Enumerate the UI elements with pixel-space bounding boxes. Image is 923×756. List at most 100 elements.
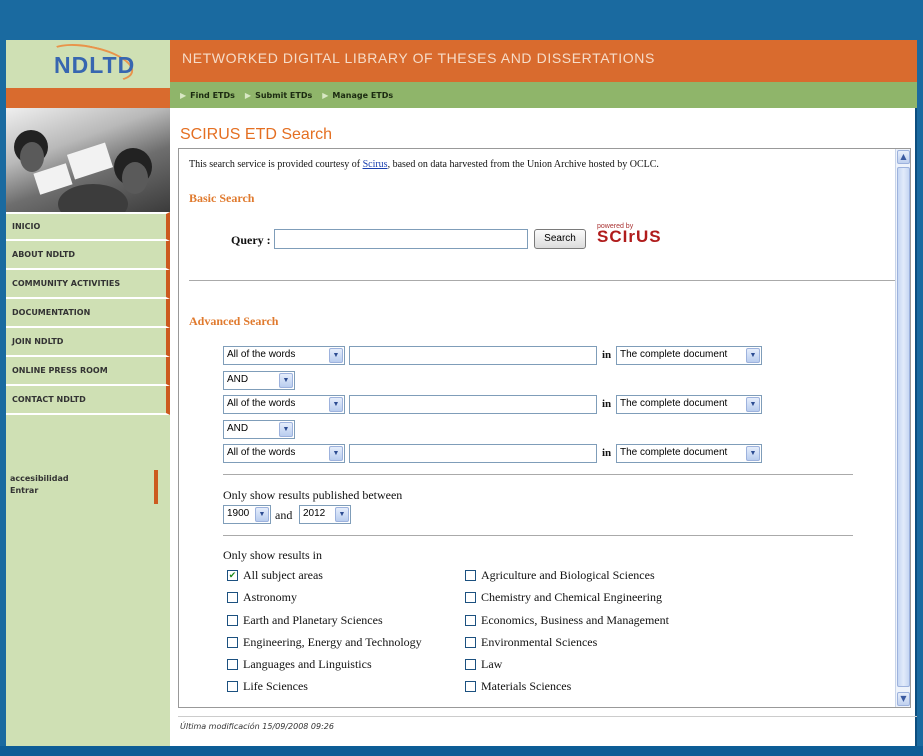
page-frame: NDLTD INICIO ABOUT NDLTD COMMUNITY ACTIV…: [6, 37, 917, 746]
search-button[interactable]: Search: [534, 229, 586, 249]
sidebar-item-documentation[interactable]: DOCUMENTATION: [6, 299, 170, 328]
words-select-3[interactable]: All of the words ▼: [223, 444, 345, 463]
login-link[interactable]: Entrar: [10, 485, 150, 497]
intro-prefix: This search service is provided courtesy…: [189, 159, 363, 170]
checkbox[interactable]: [465, 615, 476, 626]
scirus-wordmark: SCIrUS: [597, 227, 662, 246]
subject-environmental[interactable]: Environmental Sciences: [465, 635, 597, 650]
subject-engineering[interactable]: Engineering, Energy and Technology: [227, 635, 422, 650]
chevron-down-icon: ▼: [746, 446, 760, 461]
menu-arrow-icon: ▶: [244, 90, 252, 100]
intro-text: This search service is provided courtesy…: [189, 159, 659, 170]
checkbox[interactable]: [465, 592, 476, 603]
subject-life-sciences[interactable]: Life Sciences: [227, 679, 308, 694]
checkbox[interactable]: [227, 637, 238, 648]
menu-manage-etds[interactable]: ▶ Manage ETDs: [322, 91, 393, 100]
sidebar: INICIO ABOUT NDLTD COMMUNITY ACTIVITIES …: [6, 212, 170, 746]
select-value: All of the words: [227, 447, 296, 458]
menu-submit-etds[interactable]: ▶ Submit ETDs: [245, 91, 312, 100]
in-label: in: [602, 398, 612, 410]
query-label: Query :: [231, 233, 271, 247]
sidebar-item-press-room[interactable]: ONLINE PRESS ROOM: [6, 357, 170, 386]
scroll-thumb[interactable]: [897, 167, 910, 687]
term-input-3[interactable]: [349, 444, 597, 463]
advanced-search-heading: Advanced Search: [189, 314, 279, 328]
subject-label: All subject areas: [243, 568, 323, 582]
subject-label: Agriculture and Biological Sciences: [481, 568, 655, 582]
chevron-down-icon: ▼: [279, 422, 293, 437]
checkbox[interactable]: [465, 637, 476, 648]
photo-person-shape: [58, 184, 128, 212]
subject-label: Law: [481, 657, 503, 671]
date-and-label: and: [275, 508, 293, 522]
subject-materials[interactable]: Materials Sciences: [465, 679, 571, 694]
subject-law[interactable]: Law: [465, 657, 502, 672]
subject-agriculture[interactable]: Agriculture and Biological Sciences: [465, 568, 655, 583]
query-input[interactable]: [274, 229, 528, 249]
sidebar-item-inicio[interactable]: INICIO: [6, 212, 170, 241]
sidebar-item-about[interactable]: ABOUT NDLTD: [6, 241, 170, 270]
subject-label: Earth and Planetary Sciences: [243, 613, 383, 627]
chevron-down-icon: ▼: [746, 397, 760, 412]
term-input-1[interactable]: [349, 346, 597, 365]
subject-label: Materials Sciences: [481, 679, 572, 693]
checkbox-checked[interactable]: ✔: [227, 570, 238, 581]
scope-select-3[interactable]: The complete document ▼: [616, 444, 762, 463]
intro-suffix: , based on data harvested from the Union…: [387, 159, 659, 170]
basic-search-heading: Basic Search: [189, 191, 255, 205]
chevron-down-icon: ▼: [746, 348, 760, 363]
operator-select-2[interactable]: AND ▼: [223, 420, 295, 439]
sidebar-item-community[interactable]: COMMUNITY ACTIVITIES: [6, 270, 170, 299]
scirus-link[interactable]: Scirus: [363, 159, 388, 170]
checkbox[interactable]: [227, 592, 238, 603]
photo-person-shape: [20, 142, 44, 172]
vertical-scrollbar[interactable]: ▲ ▼: [895, 149, 910, 707]
site-logo[interactable]: NDLTD: [54, 52, 135, 79]
subject-languages[interactable]: Languages and Linguistics: [227, 657, 372, 672]
checkbox[interactable]: [465, 570, 476, 581]
operator-select-1[interactable]: AND ▼: [223, 371, 295, 390]
words-select-1[interactable]: All of the words ▼: [223, 346, 345, 365]
sidebar-item-join[interactable]: JOIN NDLTD: [6, 328, 170, 357]
chevron-down-icon: ▼: [335, 507, 349, 522]
subject-label: Life Sciences: [243, 679, 308, 693]
accessibility-link[interactable]: accesibilidad: [10, 473, 150, 485]
menu-arrow-icon: ▶: [322, 90, 329, 100]
menu-find-etds[interactable]: ▶ Find ETDs: [180, 91, 235, 100]
term-input-2[interactable]: [349, 395, 597, 414]
menu-label: Manage ETDs: [332, 90, 394, 100]
checkbox[interactable]: [227, 659, 238, 670]
subject-economics[interactable]: Economics, Business and Management: [465, 613, 669, 628]
scope-select-1[interactable]: The complete document ▼: [616, 346, 762, 365]
subject-label: Chemistry and Chemical Engineering: [481, 590, 662, 604]
page-title: SCIRUS ETD Search: [180, 126, 333, 143]
photo-person-shape: [122, 162, 148, 194]
sidebar-item-contact[interactable]: CONTACT NDLTD: [6, 386, 170, 415]
subject-astronomy[interactable]: Astronomy: [227, 590, 297, 605]
words-select-2[interactable]: All of the words ▼: [223, 395, 345, 414]
select-value: All of the words: [227, 349, 296, 360]
scope-select-2[interactable]: The complete document ▼: [616, 395, 762, 414]
divider: [223, 474, 853, 475]
checkbox[interactable]: [227, 681, 238, 692]
select-value: AND: [227, 374, 249, 385]
scroll-up-icon[interactable]: ▲: [897, 150, 910, 164]
scirus-logo[interactable]: powered by SCIrUS: [597, 222, 662, 246]
subject-chemistry[interactable]: Chemistry and Chemical Engineering: [465, 590, 662, 605]
left-header-band: [6, 88, 170, 108]
subject-label: Astronomy: [243, 590, 297, 604]
year-from-select[interactable]: 1900 ▼: [223, 505, 271, 524]
subject-earth[interactable]: Earth and Planetary Sciences: [227, 613, 383, 628]
checkbox[interactable]: [227, 615, 238, 626]
photo-paper-shape: [66, 142, 114, 180]
subject-all[interactable]: ✔ All subject areas: [227, 568, 323, 583]
subject-label: Languages and Linguistics: [243, 657, 372, 671]
subject-label: Environmental Sciences: [481, 635, 598, 649]
checkbox[interactable]: [465, 681, 476, 692]
chevron-down-icon: ▼: [329, 397, 343, 412]
year-to-select[interactable]: 2012 ▼: [299, 505, 351, 524]
checkbox[interactable]: [465, 659, 476, 670]
scroll-down-icon[interactable]: ▼: [897, 692, 910, 706]
search-panel: This search service is provided courtesy…: [178, 148, 911, 708]
in-label: in: [602, 349, 612, 361]
